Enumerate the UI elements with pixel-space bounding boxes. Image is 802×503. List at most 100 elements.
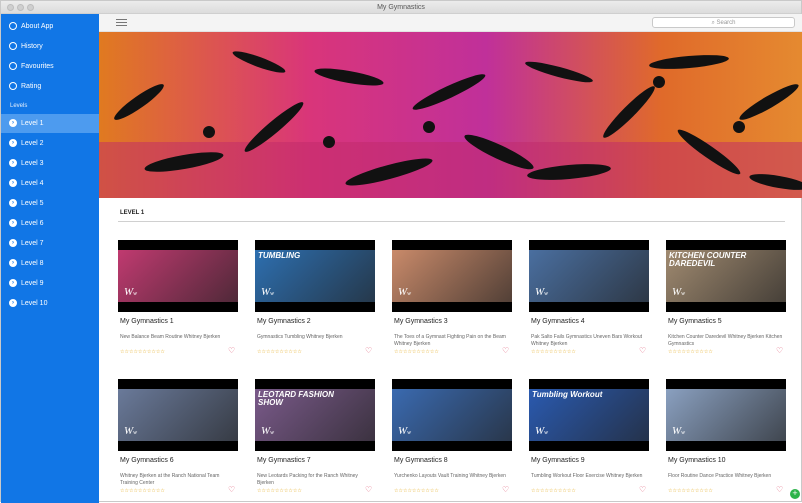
video-card[interactable]: Ww My Gymnastics 3 The Toes of a Gymnast F… [392,240,512,360]
sidebar-item-level-3[interactable]: › Level 3 [1,154,99,173]
chevron-right-icon: › [9,159,17,167]
star-icon [9,82,17,90]
sidebar-item-level-8[interactable]: › Level 8 [1,254,99,273]
video-thumbnail[interactable]: Tumbling Workout Ww [529,379,649,451]
thumbnail-image: Ww [392,389,512,441]
favourite-heart-icon[interactable]: ♡ [639,485,646,494]
chevron-right-icon: › [9,259,17,267]
rating-stars[interactable]: ☆☆☆☆☆☆☆☆☆☆ [531,349,576,355]
thumbnail-image: Ww [118,250,238,302]
sidebar-item-level-2[interactable]: › Level 2 [1,134,99,153]
rating-stars[interactable]: ☆☆☆☆☆☆☆☆☆☆ [668,488,713,494]
favourite-heart-icon[interactable]: ♡ [228,346,235,355]
sidebar-item-label: Level 8 [21,260,44,267]
ww-logo: Ww [398,286,412,298]
video-thumbnail[interactable]: LEOTARD FASHION SHOW Ww [255,379,375,451]
video-card[interactable]: Ww My Gymnastics 10 Floor Routine Dance Pr… [666,379,786,499]
info-icon [9,22,17,30]
rating-stars[interactable]: ☆☆☆☆☆☆☆☆☆☆ [531,488,576,494]
sidebar-item-favourites[interactable]: Favourites [1,57,99,76]
sidebar-item-label: Level 3 [21,160,44,167]
favourite-heart-icon[interactable]: ♡ [228,485,235,494]
sidebar-item-level-5[interactable]: › Level 5 [1,194,99,213]
favourite-heart-icon[interactable]: ♡ [365,485,372,494]
video-title: My Gymnastics 7 [257,457,311,464]
close-window-button[interactable] [7,4,14,11]
favourite-heart-icon[interactable]: ♡ [639,346,646,355]
heart-icon [9,62,17,70]
sidebar-item-level-10[interactable]: › Level 10 [1,294,99,313]
sidebar-item-level-9[interactable]: › Level 9 [1,274,99,293]
video-thumbnail[interactable]: Ww [529,240,649,312]
add-button[interactable]: + [790,489,800,499]
video-thumbnail[interactable]: Ww [392,240,512,312]
video-thumbnail[interactable]: Ww [392,379,512,451]
video-description: Whitney Bjerken at the Ranch National Te… [120,473,220,486]
ww-logo: Ww [398,425,412,437]
video-card[interactable]: LEOTARD FASHION SHOW Ww My Gymnastics 7 New… [255,379,375,499]
thumbnail-image: Tumbling Workout Ww [529,389,649,441]
video-card[interactable]: KITCHEN COUNTER DAREDEVIL Ww My Gymnastics… [666,240,786,360]
ww-logo: Ww [535,425,549,437]
rating-stars[interactable]: ☆☆☆☆☆☆☆☆☆☆ [257,349,302,355]
sidebar-item-rating[interactable]: Rating [1,77,99,96]
search-input[interactable]: ⌕ Search [652,17,795,28]
sidebar-item-label: Level 4 [21,180,44,187]
video-thumbnail[interactable]: KITCHEN COUNTER DAREDEVIL Ww [666,240,786,312]
sidebar-item-history[interactable]: History [1,37,99,56]
sidebar-item-about-app[interactable]: About App [1,17,99,36]
minimize-window-button[interactable] [17,4,24,11]
favourite-heart-icon[interactable]: ♡ [365,346,372,355]
thumbnail-image: KITCHEN COUNTER DAREDEVIL Ww [666,250,786,302]
thumbnail-image: Ww [666,389,786,441]
video-thumbnail[interactable]: Ww [666,379,786,451]
sidebar-item-label: About App [21,23,54,30]
rating-stars[interactable]: ☆☆☆☆☆☆☆☆☆☆ [120,349,165,355]
video-card[interactable]: Ww My Gymnastics 8 Yurchenko Layouts Vault… [392,379,512,499]
video-card[interactable]: Tumbling Workout Ww My Gymnastics 9 Tumblin… [529,379,649,499]
video-description: Pak Salto Fails Gymnastics Uneven Bars W… [531,334,643,347]
video-thumbnail[interactable]: TUMBLING Ww [255,240,375,312]
video-title: My Gymnastics 5 [668,318,722,325]
rating-stars[interactable]: ☆☆☆☆☆☆☆☆☆☆ [257,488,302,494]
video-thumbnail[interactable]: Ww [118,240,238,312]
video-thumbnail[interactable]: Ww [118,379,238,451]
ww-logo: Ww [672,425,686,437]
ww-logo: Ww [261,286,275,298]
rating-stars[interactable]: ☆☆☆☆☆☆☆☆☆☆ [120,488,165,494]
sidebar-item-label: Level 6 [21,220,44,227]
video-title: My Gymnastics 10 [668,457,726,464]
ww-logo: Ww [261,425,275,437]
video-title: My Gymnastics 4 [531,318,585,325]
sidebar-item-level-1[interactable]: › Level 1 [1,114,99,133]
sidebar-item-label: Level 9 [21,280,44,287]
video-card[interactable]: Ww My Gymnastics 6 Whitney Bjerken at the … [118,379,238,499]
video-card[interactable]: Ww My Gymnastics 4 Pak Salto Fails Gymnast… [529,240,649,360]
hero-banner [99,32,802,198]
video-card[interactable]: TUMBLING Ww My Gymnastics 2 Gymnastics Tumb… [255,240,375,360]
video-card[interactable]: Ww My Gymnastics 1 New Balance Beam Routin… [118,240,238,360]
sidebar-item-level-7[interactable]: › Level 7 [1,234,99,253]
video-description: Kitchen Counter Daredevil Whitney Bjerke… [668,334,783,347]
favourite-heart-icon[interactable]: ♡ [502,346,509,355]
rating-stars[interactable]: ☆☆☆☆☆☆☆☆☆☆ [394,349,439,355]
zoom-window-button[interactable] [27,4,34,11]
favourite-heart-icon[interactable]: ♡ [776,346,783,355]
gymnasts-banner-image [99,32,802,198]
sidebar-item-level-6[interactable]: › Level 6 [1,214,99,233]
clock-icon [9,42,17,50]
video-title: My Gymnastics 1 [120,318,174,325]
video-description: Tumbling Workout Floor Exercise Whitney … [531,473,643,479]
thumbnail-caption: KITCHEN COUNTER DAREDEVIL [669,251,747,268]
list-menu-icon[interactable] [116,19,127,27]
levels-section-label: Levels [10,103,28,109]
favourite-heart-icon[interactable]: ♡ [776,485,783,494]
rating-stars[interactable]: ☆☆☆☆☆☆☆☆☆☆ [668,349,713,355]
rating-stars[interactable]: ☆☆☆☆☆☆☆☆☆☆ [394,488,439,494]
sidebar-item-label: History [21,43,43,50]
sidebar-item-level-4[interactable]: › Level 4 [1,174,99,193]
favourite-heart-icon[interactable]: ♡ [502,485,509,494]
sidebar-item-label: Favourites [21,63,54,70]
sidebar: Levels About App History Favourites Rating ›… [1,14,99,503]
thumbnail-image: Ww [392,250,512,302]
